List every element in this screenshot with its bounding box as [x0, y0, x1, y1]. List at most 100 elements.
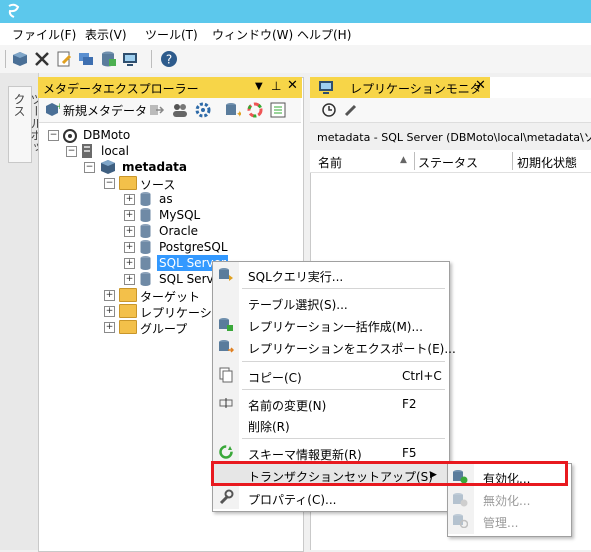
- menu-tools[interactable]: ツール(T): [145, 26, 198, 43]
- database-icon: [140, 223, 151, 238]
- sql-query-icon: [218, 266, 234, 282]
- svg-text:?: ?: [166, 53, 172, 67]
- tree-expander[interactable]: −: [84, 162, 95, 173]
- rename-icon: [218, 395, 234, 411]
- column-divider: [414, 152, 415, 170]
- tree-expander[interactable]: −: [104, 178, 115, 189]
- title-bar: [0, 0, 591, 23]
- menu-separator: [242, 438, 445, 439]
- tree-expander[interactable]: −: [66, 146, 77, 157]
- column-status[interactable]: ステータス: [418, 154, 478, 171]
- windows-icon[interactable]: [77, 50, 95, 68]
- tree-expander[interactable]: +: [124, 274, 135, 285]
- document-pencil-icon[interactable]: [55, 50, 73, 68]
- disable-icon: [452, 491, 468, 507]
- menu-help[interactable]: ヘルプ(H): [297, 26, 351, 43]
- replication-table-header: 名前 ▲ ステータス 初期化状態: [310, 150, 591, 173]
- menu-select-tables[interactable]: テーブル選択(S)...: [248, 296, 348, 313]
- tree-node-local[interactable]: local: [101, 144, 129, 158]
- tree-expander[interactable]: +: [124, 210, 135, 221]
- tools-icon[interactable]: [33, 50, 51, 68]
- tree-node-dbmoto[interactable]: DBMoto: [83, 128, 130, 142]
- tree-node-target[interactable]: ターゲット: [140, 288, 200, 305]
- menu-view[interactable]: 表示(V): [85, 26, 127, 43]
- menu-execute-sql[interactable]: SQLクエリ実行...: [248, 268, 343, 285]
- edit-pencil-icon[interactable]: [342, 101, 360, 119]
- monitor-icon[interactable]: [121, 50, 139, 68]
- list-icon[interactable]: [269, 101, 287, 119]
- explorer-toolbar: + 新規メタデータ ✦: [39, 98, 301, 123]
- menu-refresh-shortcut: F5: [402, 446, 417, 460]
- column-divider: [512, 152, 513, 170]
- tree-expander[interactable]: +: [104, 306, 115, 317]
- column-init-state[interactable]: 初期化状態: [517, 154, 577, 171]
- tree-node-metadata[interactable]: metadata: [122, 160, 187, 174]
- close-icon[interactable]: ✕: [287, 78, 298, 93]
- close-icon[interactable]: ✕: [475, 78, 486, 93]
- manage-icon: [452, 512, 469, 529]
- folder-icon: [119, 320, 137, 334]
- menu-separator: [242, 389, 445, 390]
- tree-node-group[interactable]: グループ: [140, 320, 187, 337]
- menu-separator: [242, 361, 445, 362]
- menu-properties[interactable]: プロパティ(C)...: [248, 491, 336, 508]
- tree-expander[interactable]: +: [104, 290, 115, 301]
- toolbar-grip: [5, 50, 6, 68]
- tree-expander[interactable]: +: [124, 258, 135, 269]
- tree-expander[interactable]: +: [124, 194, 135, 205]
- export-icon[interactable]: [147, 101, 165, 119]
- tree-node-oracle[interactable]: Oracle: [159, 224, 198, 238]
- refresh-multicolor-icon[interactable]: [246, 101, 264, 119]
- tree-expander[interactable]: +: [124, 226, 135, 237]
- pin-icon[interactable]: ⊥: [271, 79, 281, 93]
- refresh-schema-icon: [218, 444, 234, 460]
- menu-copy[interactable]: コピー(C): [248, 369, 302, 386]
- cube-icon[interactable]: [11, 50, 29, 68]
- copy-icon: [218, 367, 234, 383]
- menu-rename[interactable]: 名前の変更(N): [248, 397, 326, 414]
- tree-expander[interactable]: +: [124, 242, 135, 253]
- history-icon[interactable]: [320, 101, 338, 119]
- help-icon[interactable]: ?: [160, 50, 178, 68]
- menu-file[interactable]: ファイル(F): [12, 26, 76, 43]
- svg-text:✦: ✦: [236, 110, 241, 119]
- database-icon: [140, 255, 151, 270]
- tree-node-mysql[interactable]: MySQL: [159, 208, 200, 222]
- column-name[interactable]: 名前: [318, 154, 342, 171]
- submenu-disable[interactable]: 無効化...: [483, 492, 530, 509]
- metadata-explorer-header: メタデータエクスプローラー ▼ ⊥ ✕: [38, 77, 302, 98]
- export-replication-icon: [218, 338, 235, 354]
- wrench-icon: [218, 489, 234, 505]
- menu-delete[interactable]: 削除(R): [248, 418, 290, 435]
- settings-gear-icon[interactable]: [194, 101, 212, 119]
- new-metadata-button[interactable]: 新規メタデータ: [63, 102, 147, 119]
- menu-separator: [242, 288, 445, 289]
- database-icon: [140, 207, 151, 222]
- menu-export-replications[interactable]: レプリケーションをエクスポート(E)...: [248, 340, 456, 357]
- menu-bulk-create-replications[interactable]: レプリケーション一括作成(M)...: [248, 318, 423, 335]
- toolbox-tab[interactable]: ツールボックス: [8, 86, 43, 163]
- replication-path: metadata - SQL Server (DBMoto\local\meta…: [317, 131, 591, 144]
- tree-expander[interactable]: −: [48, 130, 59, 141]
- tree-node-postgresql[interactable]: PostgreSQL: [159, 240, 228, 254]
- monitor-icon: [318, 79, 334, 95]
- dbmoto-icon: [62, 128, 78, 144]
- tree-expander[interactable]: +: [104, 322, 115, 333]
- panel-dropdown-icon[interactable]: ▼: [255, 81, 263, 92]
- tree-node-as[interactable]: as: [159, 192, 173, 206]
- main-toolbar: ?: [0, 45, 591, 73]
- folder-icon: [119, 176, 137, 190]
- submenu-manage[interactable]: 管理...: [483, 514, 518, 531]
- metadata-explorer-title: メタデータエクスプローラー: [43, 82, 199, 96]
- highlight-outline: [211, 461, 568, 486]
- replication-path-bar: metadata - SQL Server (DBMoto\local\meta…: [310, 122, 591, 151]
- sort-arrow-icon: ▲: [400, 155, 407, 165]
- users-icon[interactable]: [171, 101, 189, 119]
- menu-copy-shortcut: Ctrl+C: [402, 369, 442, 383]
- database-add-icon[interactable]: ✦: [223, 101, 244, 120]
- database-stack-icon[interactable]: [99, 50, 117, 68]
- replication-monitor-tab[interactable]: レプリケーションモニター ✕: [310, 77, 490, 113]
- server-icon: [80, 143, 94, 159]
- menu-window[interactable]: ウィンドウ(W): [212, 26, 293, 43]
- bulk-replication-icon: [218, 316, 234, 332]
